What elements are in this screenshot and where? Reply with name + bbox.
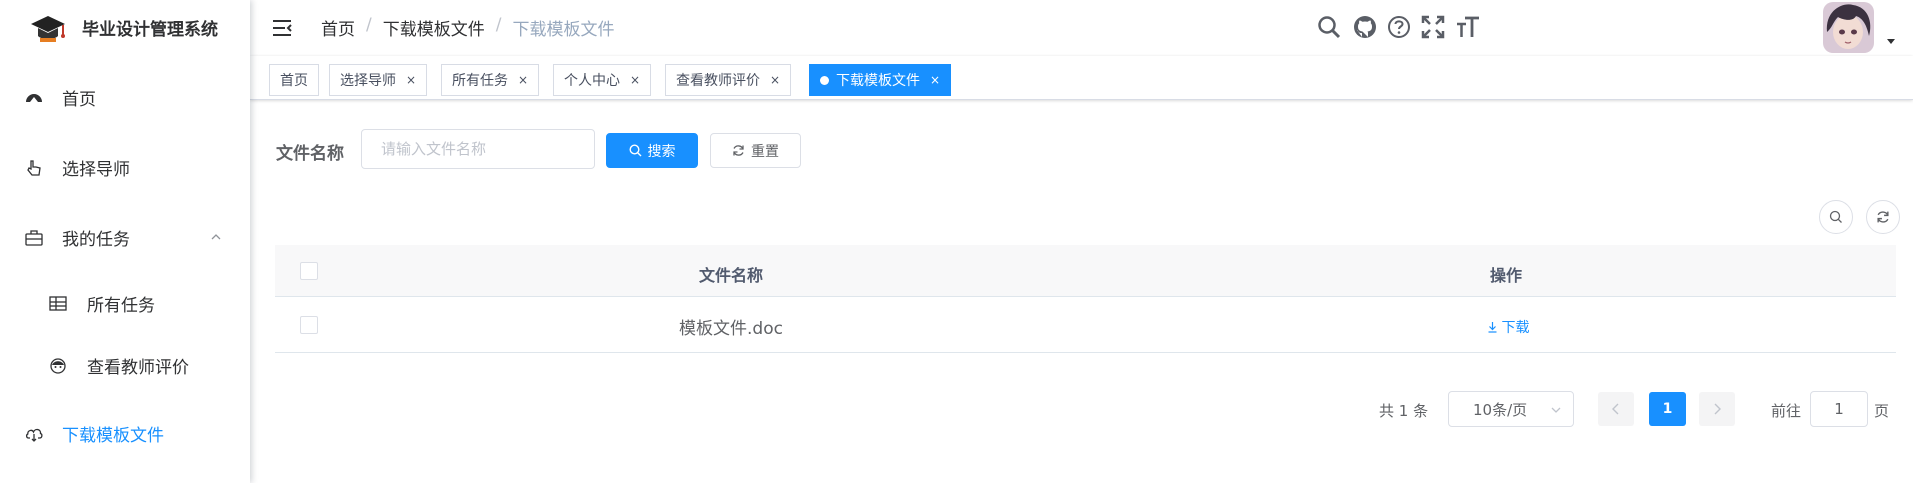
graduation-cap-icon: [31, 16, 65, 42]
chevron-down-icon: [1551, 407, 1561, 413]
search-button[interactable]: 搜索: [606, 133, 698, 168]
breadcrumb: 首页 / 下载模板文件 / 下载模板文件: [321, 15, 614, 40]
page-size-select[interactable]: 10条/页: [1448, 391, 1574, 427]
chevron-right-icon: [1714, 403, 1721, 415]
table-header: 文件名称 操作: [275, 245, 1896, 297]
sidebar-item-home[interactable]: 首页: [0, 69, 250, 125]
column-header-actions: 操作: [1489, 266, 1523, 285]
cloud-download-icon: [25, 428, 43, 442]
tags-view: 首页 选择导师 × 所有任务 × 个人中心 × 查看教师评价 × 下载模板文件 …: [250, 56, 1913, 100]
sidebar-item-my-tasks[interactable]: 我的任务: [0, 209, 250, 265]
close-icon[interactable]: ×: [630, 73, 640, 87]
next-page-button[interactable]: [1699, 392, 1735, 426]
search-icon: [1829, 210, 1842, 223]
file-name-label: 文件名称: [276, 144, 344, 164]
page-suffix-label: 页: [1874, 402, 1890, 420]
tag-label: 选择导师: [340, 73, 396, 89]
reset-button-label: 重置: [751, 143, 779, 160]
tag-label: 个人中心: [564, 73, 620, 89]
hamburger-icon[interactable]: [271, 17, 293, 39]
tag-label: 下载模板文件: [836, 73, 920, 89]
row-checkbox[interactable]: [300, 316, 318, 334]
top-navbar: 首页 / 下载模板文件 / 下载模板文件: [250, 0, 1913, 56]
select-all-checkbox[interactable]: [300, 262, 318, 280]
dashboard-icon: [26, 94, 42, 102]
sidebar-item-label: 我的任务: [62, 229, 130, 250]
sidebar-item-label: 选择导师: [62, 159, 130, 180]
goto-page-input[interactable]: [1810, 391, 1868, 427]
prev-page-button[interactable]: [1598, 392, 1634, 426]
sidebar-item-label: 下载模板文件: [62, 425, 164, 446]
tag-label: 所有任务: [452, 73, 508, 89]
breadcrumb-item[interactable]: 首页: [321, 15, 355, 40]
sidebar-item-all-tasks[interactable]: 所有任务: [0, 275, 250, 331]
breadcrumb-separator: /: [366, 15, 372, 35]
sidebar-item-download-templates[interactable]: 下载模板文件: [0, 405, 250, 461]
close-icon[interactable]: ×: [518, 73, 528, 87]
table-icon: [49, 296, 67, 311]
search-icon: [628, 144, 641, 157]
tag-select-tutor[interactable]: 选择导师 ×: [329, 64, 428, 96]
breadcrumb-separator: /: [495, 15, 502, 35]
avatar-image: [1823, 2, 1874, 53]
sidebar: 毕业设计管理系统 首页 选择导师 我的任务 所有任务 查看教师评价 下载模板文件: [0, 0, 250, 483]
tag-label: 查看教师评价: [676, 73, 760, 89]
tag-all-tasks[interactable]: 所有任务 ×: [441, 64, 540, 96]
column-header-file-name: 文件名称: [698, 266, 764, 285]
download-link[interactable]: 下载: [1487, 317, 1530, 337]
sidebar-item-teacher-reviews[interactable]: 查看教师评价: [0, 337, 250, 393]
refresh-table-button[interactable]: [1866, 200, 1900, 234]
tag-teacher-reviews[interactable]: 查看教师评价 ×: [665, 64, 792, 96]
sidebar-item-select-tutor[interactable]: 选择导师: [0, 139, 250, 195]
download-icon: [1488, 322, 1497, 333]
toggle-search-button[interactable]: [1819, 200, 1853, 234]
tag-download-templates[interactable]: 下载模板文件 ×: [809, 64, 952, 96]
chevron-up-icon: [211, 234, 221, 240]
avatar[interactable]: [1823, 2, 1874, 53]
breadcrumb-item: 下载模板文件: [382, 20, 485, 40]
close-icon[interactable]: ×: [406, 73, 416, 87]
sidebar-item-label: 查看教师评价: [87, 357, 189, 378]
help-icon[interactable]: [1386, 14, 1412, 40]
user-face-icon: [50, 358, 66, 374]
close-icon[interactable]: ×: [770, 73, 780, 87]
sidebar-item-label: 所有任务: [87, 295, 155, 316]
font-size-icon[interactable]: [1455, 14, 1481, 40]
app-title: 毕业设计管理系统: [82, 20, 218, 40]
search-button-label: 搜索: [647, 143, 676, 160]
file-name-input[interactable]: [361, 129, 595, 169]
goto-label: 前往: [1771, 402, 1802, 420]
active-dot-icon: [820, 75, 829, 85]
refresh-icon: [1877, 211, 1889, 223]
page-size-value: 10条/页: [1473, 400, 1528, 419]
page-number-current[interactable]: 1: [1649, 392, 1686, 426]
tag-home[interactable]: 首页: [269, 64, 319, 96]
download-link-label: 下载: [1501, 320, 1530, 336]
tag-label: 首页: [280, 73, 308, 89]
pointer-hand-icon: [27, 160, 41, 176]
tag-personal-center[interactable]: 个人中心 ×: [553, 64, 652, 96]
close-icon[interactable]: ×: [930, 73, 940, 87]
table-row: 模板文件.doc 下载: [275, 297, 1896, 353]
sidebar-item-label: 首页: [62, 89, 96, 110]
reset-button[interactable]: 重置: [710, 133, 801, 168]
caret-down-icon[interactable]: [1886, 37, 1896, 45]
search-icon[interactable]: [1316, 14, 1342, 40]
fullscreen-icon[interactable]: [1420, 14, 1446, 40]
chevron-left-icon: [1612, 403, 1619, 415]
app-logo: 毕业设计管理系统: [0, 0, 250, 56]
pagination-total: 共 1 条: [1379, 402, 1429, 420]
breadcrumb-current: 下载模板文件: [512, 20, 615, 40]
file-name-cell: 模板文件.doc: [679, 319, 783, 339]
github-icon[interactable]: [1352, 14, 1378, 40]
refresh-icon: [733, 145, 744, 156]
briefcase-icon: [25, 230, 43, 246]
